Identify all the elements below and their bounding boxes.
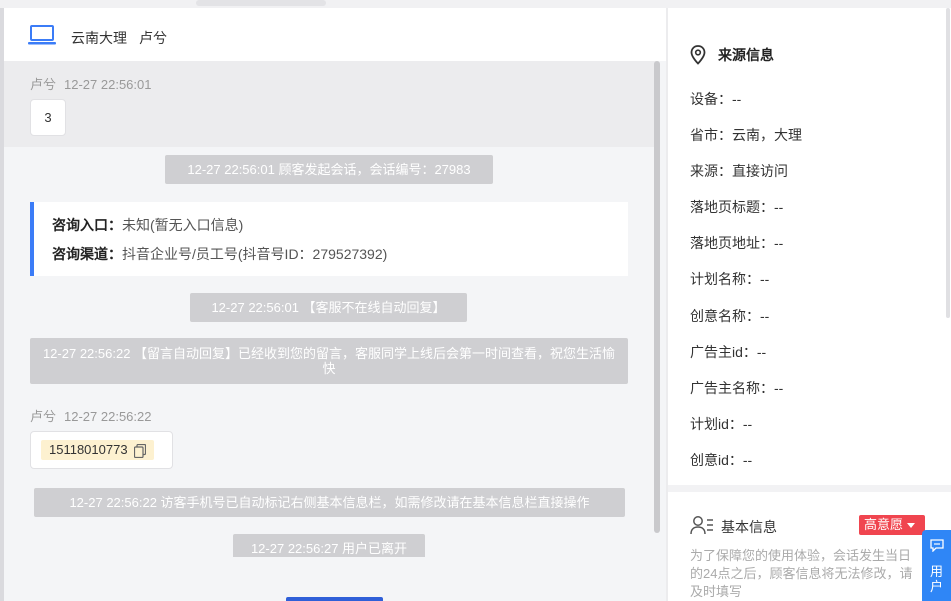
consult-info-card: 咨询入口：未知(暂无入口信息) 咨询渠道：抖音企业号/员工号(抖音号ID：279… — [30, 202, 628, 276]
message-time: 12-27 22:56:01 — [64, 77, 152, 92]
system-message: 12-27 22:56:01 【客服不在线自动回复】 — [190, 293, 467, 322]
system-message: 12-27 22:56:22 【留言自动回复】已经收到您的留言，客服同学上线后会… — [30, 338, 628, 384]
device-field: 设备：-- — [690, 91, 742, 107]
message-sender: 卢兮 12-27 22:56:01 — [30, 74, 151, 93]
message-sender: 卢兮 12-27 22:56:22 — [30, 406, 151, 425]
section-separator — [668, 485, 951, 492]
copy-icon[interactable] — [133, 443, 146, 458]
phone-number[interactable]: 15118010773 — [41, 440, 154, 460]
laptop-icon — [28, 25, 56, 45]
user-float-tab[interactable]: 用户 — [922, 530, 951, 601]
plan-id-field: 计划id：-- — [690, 416, 753, 432]
sender-name: 卢兮 — [30, 77, 57, 92]
phone-number-text: 15118010773 — [49, 442, 128, 457]
advertiser-name-field: 广告主名称：-- — [690, 380, 784, 396]
chat-header: 云南大理 卢兮 — [4, 8, 666, 61]
user-float-tab-label: 用户 — [930, 564, 944, 594]
intent-label: 高意愿 — [864, 517, 904, 532]
basic-info-title: 基本信息 — [721, 519, 777, 535]
plan-name-field: 计划名称：-- — [690, 271, 770, 287]
source-field: 来源：直接访问 — [690, 163, 788, 179]
consult-channel-value: 抖音企业号/员工号(抖音号ID：279527392) — [122, 246, 388, 262]
top-tab-shadow — [196, 0, 326, 6]
user-list-icon — [690, 516, 713, 535]
system-message: 12-27 22:56:01 顾客发起会话，会话编号：27983 — [165, 155, 493, 184]
consult-entry-row: 咨询入口：未知(暂无入口信息) — [52, 211, 628, 240]
message-time: 12-27 22:56:22 — [64, 409, 152, 424]
source-info-title: 来源信息 — [718, 47, 774, 63]
landing-url-field: 落地页地址：-- — [690, 235, 784, 251]
chat-scrollbar[interactable] — [654, 61, 660, 533]
visitor-info-panel: 来源信息 设备：-- 省市：云南，大理 来源：直接访问 落地页标题：-- 落地页… — [668, 8, 951, 601]
consult-entry-label: 咨询入口： — [52, 217, 122, 233]
intent-dropdown[interactable]: 高意愿 — [859, 515, 925, 535]
chat-bubble-icon — [930, 539, 944, 552]
creative-name-field: 创意名称：-- — [690, 308, 770, 324]
consult-channel-row: 咨询渠道：抖音企业号/员工号(抖音号ID：279527392) — [52, 240, 628, 269]
province-field: 省市：云南，大理 — [690, 127, 802, 143]
system-message: 12-27 22:56:22 访客手机号已自动标记右侧基本信息栏，如需修改请在基… — [34, 488, 625, 517]
message-text: 3 — [44, 110, 52, 125]
chat-title: 云南大理 卢兮 — [71, 28, 167, 48]
consult-entry-value: 未知(暂无入口信息) — [122, 217, 244, 233]
landing-title-field: 落地页标题：-- — [690, 199, 784, 215]
visitor-name: 卢兮 — [139, 30, 167, 46]
consult-channel-label: 咨询渠道： — [52, 246, 122, 262]
top-strip — [0, 0, 951, 8]
chat-panel: 云南大理 卢兮 卢兮 12-27 22:56:01 3 12-27 22:56:01… — [4, 8, 666, 601]
sender-name: 卢兮 — [30, 409, 57, 424]
message-list[interactable]: 卢兮 12-27 22:56:01 3 12-27 22:56:01 顾客发起会话… — [4, 61, 656, 557]
side-scrollbar[interactable] — [946, 8, 950, 318]
creative-id-field: 创意id：-- — [690, 452, 753, 468]
caret-down-icon — [907, 523, 916, 529]
visitor-region: 云南大理 — [71, 30, 127, 46]
message-bubble: 15118010773 — [30, 431, 173, 469]
system-message: 12-27 22:56:27 用户已离开 — [233, 534, 425, 557]
advertiser-id-field: 广告主id：-- — [690, 344, 767, 360]
message-bubble: 3 — [30, 99, 66, 136]
edit-notice: 为了保障您的使用体验，会话发生当日的24点之后，顾客信息将无法修改，请及时填写 — [690, 548, 913, 599]
send-button-edge[interactable] — [286, 597, 383, 601]
